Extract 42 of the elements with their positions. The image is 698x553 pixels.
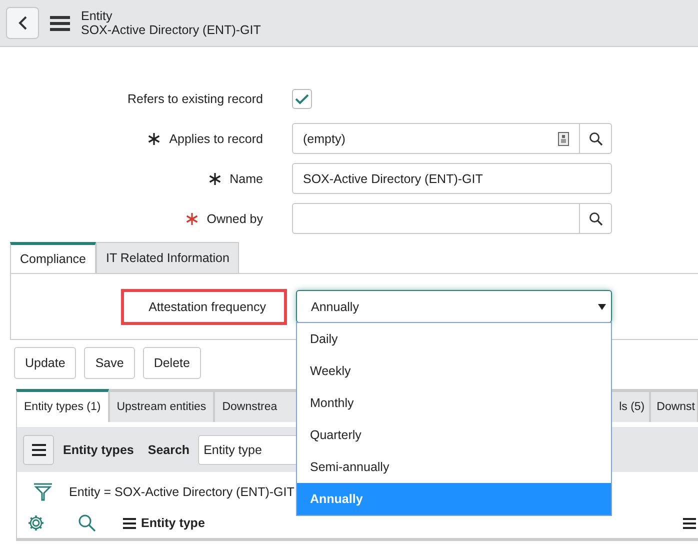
- related-list-tab[interactable]: Entity types (1): [16, 389, 109, 422]
- record-type-title: Entity: [81, 9, 114, 23]
- checkbox[interactable]: [292, 88, 312, 108]
- field-label: Applies to record: [169, 132, 263, 146]
- search-icon[interactable]: [78, 514, 96, 532]
- field-label: Owned by: [206, 212, 263, 226]
- reference-field[interactable]: (empty): [292, 123, 580, 154]
- form-button[interactable]: Delete: [142, 347, 201, 379]
- search-button[interactable]: [580, 123, 612, 154]
- dropdown-option[interactable]: Weekly: [297, 355, 611, 387]
- search-icon: [588, 212, 602, 226]
- section-tab[interactable]: Compliance: [10, 242, 96, 273]
- reference-field[interactable]: [292, 203, 580, 234]
- menu-icon[interactable]: [683, 518, 696, 528]
- back-icon: [18, 15, 28, 31]
- form-button[interactable]: Save: [84, 347, 135, 379]
- filter-text: Entity = SOX-Active Directory (ENT)-GIT: [69, 485, 294, 499]
- dropdown-option[interactable]: Daily: [297, 323, 611, 355]
- list-menu-button[interactable]: [23, 434, 54, 464]
- column-menu-icon[interactable]: [123, 518, 136, 528]
- search-icon: [588, 132, 602, 146]
- back-button[interactable]: [6, 7, 39, 39]
- field-label: Attestation frequency: [148, 300, 266, 314]
- field-value: (empty): [303, 132, 346, 146]
- search-button[interactable]: [580, 203, 612, 234]
- column-header[interactable]: Entity type: [141, 516, 205, 530]
- field-label: Name: [230, 172, 263, 186]
- field-label: Refers to existing record: [128, 92, 263, 106]
- filter-icon[interactable]: [33, 482, 53, 502]
- record-name-title: SOX-Active Directory (ENT)-GIT: [81, 23, 261, 37]
- related-list-tab[interactable]: Downst: [650, 389, 698, 422]
- menu-icon: [32, 444, 46, 456]
- section-tab[interactable]: IT Related Information: [96, 242, 240, 273]
- preview-icon[interactable]: [558, 132, 569, 146]
- form-button[interactable]: Update: [14, 347, 76, 379]
- menu-icon[interactable]: [50, 15, 70, 31]
- related-list-tab[interactable]: Upstream entities: [108, 389, 214, 422]
- caret-icon: [598, 304, 606, 310]
- settings-icon[interactable]: [27, 514, 45, 532]
- name-field[interactable]: SOX-Active Directory (ENT)-GIT: [292, 163, 612, 194]
- search-label: Search: [148, 442, 190, 456]
- list-title: Entity types: [63, 442, 134, 456]
